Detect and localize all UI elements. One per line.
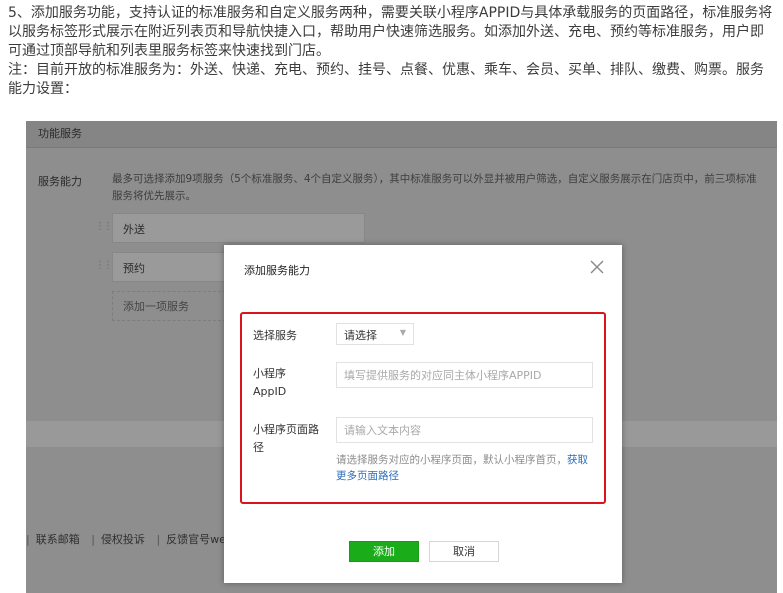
footer-link-email[interactable]: 联系邮箱	[36, 533, 80, 546]
service-item-label: 外送	[123, 223, 145, 236]
footer-link-complaint[interactable]: 侵权投诉	[101, 533, 145, 546]
intro-text: 5、添加服务功能，支持认证的标准服务和自定义服务两种，需要关联小程序APPID与…	[8, 4, 776, 99]
add-service-dialog: 添加服务能力 选择服务 请选择 ▼ 小程序 AppID 小程序页面路 径 请选择…	[224, 245, 622, 583]
drag-handle-icon[interactable]: ⋮⋮	[95, 260, 113, 271]
page-path-hint: 请选择服务对应的小程序页面，默认小程序首页，获取更多页面路径	[336, 452, 598, 484]
intro-note: 注：目前开放的标准服务为：外送、快递、充电、预约、挂号、点餐、优惠、乘车、会员、…	[8, 62, 764, 97]
add-button[interactable]: 添加	[349, 541, 419, 562]
page-path-label-line1: 小程序页面路	[253, 423, 319, 436]
select-service-label: 选择服务	[253, 329, 297, 342]
cancel-button[interactable]: 取消	[429, 541, 499, 562]
appid-label-line1: 小程序	[253, 367, 286, 380]
section-title: 功能服务	[38, 127, 82, 140]
drag-handle-icon[interactable]: ⋮⋮	[95, 221, 113, 232]
capability-label: 服务能力	[38, 175, 82, 188]
appid-label: 小程序 AppID	[253, 365, 286, 401]
appid-label-line2: AppID	[253, 385, 287, 398]
footer-link-feedback[interactable]: 反馈官号we	[166, 533, 226, 546]
appid-input[interactable]	[336, 362, 593, 388]
service-item[interactable]: 外送	[112, 213, 365, 243]
chevron-down-icon: ▼	[399, 328, 406, 337]
add-service-label: 添加一项服务	[123, 300, 189, 313]
footer-links: | 联系邮箱 | 侵权投诉 | 反馈官号we	[26, 533, 226, 546]
capability-description: 最多可选择添加9项服务（5个标准服务、4个自定义服务），其中标准服务可以外显并被…	[112, 173, 757, 202]
section-header: 功能服务	[26, 121, 777, 148]
hint-text: 请选择服务对应的小程序页面，默认小程序首页，	[336, 454, 567, 466]
close-icon[interactable]	[588, 258, 606, 276]
dialog-title: 添加服务能力	[244, 264, 310, 277]
page-path-label: 小程序页面路 径	[253, 421, 319, 457]
service-item-label: 预约	[123, 262, 145, 275]
page-path-input[interactable]	[336, 417, 593, 443]
service-select[interactable]: 请选择 ▼	[336, 323, 414, 345]
intro-paragraph: 5、添加服务功能，支持认证的标准服务和自定义服务两种，需要关联小程序APPID与…	[8, 5, 773, 59]
service-select-value: 请选择	[344, 329, 377, 342]
page-path-label-line2: 径	[253, 441, 264, 454]
